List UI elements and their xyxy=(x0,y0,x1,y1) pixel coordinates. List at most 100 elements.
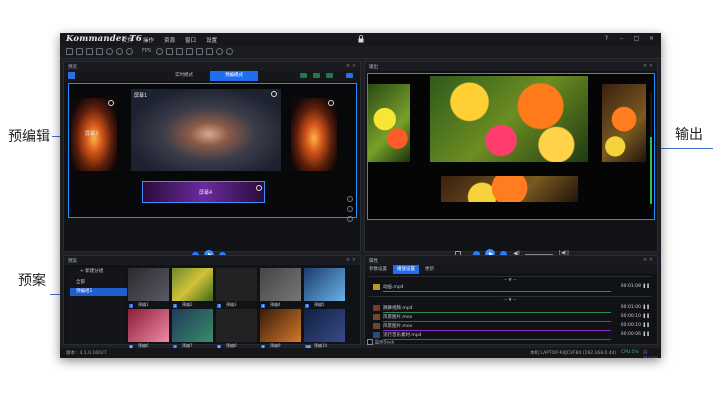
plan-cell[interactable]: 10 预编10 xyxy=(304,309,345,349)
properties-panel: 属性 ≡ × 参数设置 播放设置 更新 — ▼ — 动画.mp4 00:01:08… xyxy=(364,255,658,345)
menu-operate[interactable]: 操作 xyxy=(143,36,154,44)
lock-icon[interactable] xyxy=(358,35,364,43)
screen-left-loop-icon[interactable] xyxy=(108,100,114,106)
menu-settings[interactable]: 设置 xyxy=(206,36,217,44)
tab-playback[interactable]: 播放设置 xyxy=(393,265,419,274)
maximize-icon[interactable]: □ xyxy=(633,35,640,42)
callout-preedit: 预编辑 xyxy=(8,129,50,145)
refresh-icon[interactable] xyxy=(226,48,233,55)
export-icon[interactable] xyxy=(96,48,103,55)
screen-right-loop-icon[interactable] xyxy=(328,100,334,106)
preedit-canvas[interactable]: 屏幕3 屏幕1 屏幕4 xyxy=(68,83,357,218)
seek-checkbox[interactable] xyxy=(367,339,373,345)
menu-bar: 文件 操作 资源 窗口 设置 xyxy=(122,36,217,44)
screen-right-window[interactable] xyxy=(291,98,337,171)
plan-cell[interactable]: 8 预编8 xyxy=(216,309,257,349)
new-group-button[interactable]: + 新建分组 xyxy=(80,268,103,274)
settings-icon[interactable] xyxy=(156,48,163,55)
screen-toggle-4[interactable] xyxy=(346,73,353,78)
zoom-in-icon[interactable] xyxy=(347,196,353,202)
seek-toggle[interactable]: 显示Seek xyxy=(367,339,394,346)
monitor-icon[interactable] xyxy=(176,48,183,55)
pause-icon[interactable]: ❚❚ xyxy=(642,332,650,337)
close-icon[interactable]: × xyxy=(648,35,655,42)
media-row[interactable]: 风景图片.mov 00:00:10 ❚❚ xyxy=(369,313,651,322)
app-window: Kommander T6 文件 操作 资源 窗口 设置 ? – □ × FPS xyxy=(60,33,661,358)
new-file-icon[interactable] xyxy=(66,48,73,55)
media-row[interactable]: 跳舞视频.mp4 00:01:00 ❚❚ xyxy=(369,304,651,313)
plan-cell[interactable]: 5 预编5 xyxy=(304,268,345,308)
pause-icon[interactable]: ❚❚ xyxy=(642,284,650,289)
help-icon[interactable]: ? xyxy=(603,35,610,42)
menu-file[interactable]: 文件 xyxy=(122,36,133,44)
screen-center-window[interactable]: 屏幕1 xyxy=(131,89,281,171)
plan-sidebar: + 新建分组 全部 预编组1 xyxy=(68,268,127,344)
output-panel: 输出 ≡ × ◀) [◀)] xyxy=(364,61,658,259)
minimize-icon[interactable]: – xyxy=(618,35,625,42)
menu-window[interactable]: 窗口 xyxy=(185,36,196,44)
plan-cell[interactable]: 1 预编1 xyxy=(128,268,169,308)
pause-icon[interactable]: ❚❚ xyxy=(642,314,650,319)
plan-panel-menu-icon[interactable]: ≡ × xyxy=(346,257,356,263)
sync-icon[interactable] xyxy=(126,48,133,55)
version-label: 版本：4.1.0.16027 xyxy=(66,351,107,356)
menu-resource[interactable]: 资源 xyxy=(164,36,175,44)
tab-update[interactable]: 更新 xyxy=(425,265,434,274)
properties-tabs: 参数设置 播放设置 更新 xyxy=(365,265,657,274)
output-screen-center xyxy=(430,76,588,162)
screen-toggle-3[interactable] xyxy=(326,73,333,78)
media-thumb-icon xyxy=(373,332,380,338)
plan-cell[interactable]: 9 预编9 xyxy=(260,309,301,349)
chat-icon[interactable] xyxy=(166,48,173,55)
media-row[interactable]: 流行音乐素材.mp4 00:00:06 ❚❚ xyxy=(369,331,651,340)
output-panel-menu-icon[interactable]: ≡ × xyxy=(643,63,653,69)
grid-layout-icon[interactable] xyxy=(68,72,75,79)
tree-icon[interactable] xyxy=(206,48,213,55)
media-thumb-icon xyxy=(373,284,380,290)
fit-icon[interactable] xyxy=(347,216,353,222)
window-controls: ? – □ × xyxy=(603,35,655,42)
preview-panel: 预览 ≡ × 实时模式 预编模式 屏幕3 屏幕1 屏幕4 xyxy=(63,61,361,260)
open-folder-icon[interactable] xyxy=(76,48,83,55)
folder-icon[interactable] xyxy=(196,48,203,55)
pause-icon[interactable]: ❚❚ xyxy=(642,323,650,328)
screen-left-window[interactable]: 屏幕3 xyxy=(71,98,117,171)
screen-left-label: 屏幕3 xyxy=(85,131,99,137)
output-title: 输出 xyxy=(369,65,378,70)
add-icon[interactable] xyxy=(116,48,123,55)
screen-bottom-label: 屏幕4 xyxy=(199,190,213,196)
pause-icon[interactable]: ❚❚ xyxy=(642,305,650,310)
mem-label: 内存:62% xyxy=(643,351,659,358)
plan-item-group1[interactable]: 预编组1 xyxy=(70,288,127,296)
media-row[interactable]: 风景图片.mov 00:00:10 ❚❚ xyxy=(369,322,651,331)
screen-bottom-window[interactable]: 屏幕4 xyxy=(142,181,265,203)
record-icon[interactable] xyxy=(106,48,113,55)
output-screen-bottom xyxy=(441,176,578,202)
plan-cell[interactable]: 2 预编2 xyxy=(172,268,213,308)
screen-toggle-1[interactable] xyxy=(300,73,307,78)
globe-icon[interactable] xyxy=(216,48,223,55)
tab-preedit-mode[interactable]: 预编模式 xyxy=(210,71,258,81)
panel-menu-icon[interactable]: ≡ × xyxy=(346,63,356,69)
save-icon[interactable] xyxy=(86,48,93,55)
zoom-out-icon[interactable] xyxy=(347,206,353,212)
preview-title: 预览 xyxy=(68,65,77,70)
plan-item-all[interactable]: 全部 xyxy=(70,279,127,287)
properties-header: 属性 ≡ × xyxy=(365,256,657,265)
properties-panel-menu-icon[interactable]: ≡ × xyxy=(643,257,653,263)
plan-cell[interactable]: 7 预编7 xyxy=(172,309,213,349)
progress-bar xyxy=(383,339,611,340)
plan-cell[interactable]: 4 预编4 xyxy=(260,268,301,308)
section-divider: — ▼ — xyxy=(369,276,651,283)
layer-icon[interactable] xyxy=(186,48,193,55)
fps-label[interactable]: FPS xyxy=(142,48,151,54)
media-row[interactable]: 动画.mp4 00:01:08 ❚❚ xyxy=(369,283,651,292)
output-canvas[interactable] xyxy=(367,73,655,220)
plan-cell[interactable]: 6 预编6 xyxy=(128,309,169,349)
plan-cell[interactable]: 3 预编3 xyxy=(216,268,257,308)
screen-center-loop-icon[interactable] xyxy=(271,91,277,97)
screen-toggle-2[interactable] xyxy=(313,73,320,78)
tab-live-mode[interactable]: 实时模式 xyxy=(160,71,208,81)
tab-parameters[interactable]: 参数设置 xyxy=(369,265,387,274)
screen-bottom-loop-icon[interactable] xyxy=(256,185,262,191)
